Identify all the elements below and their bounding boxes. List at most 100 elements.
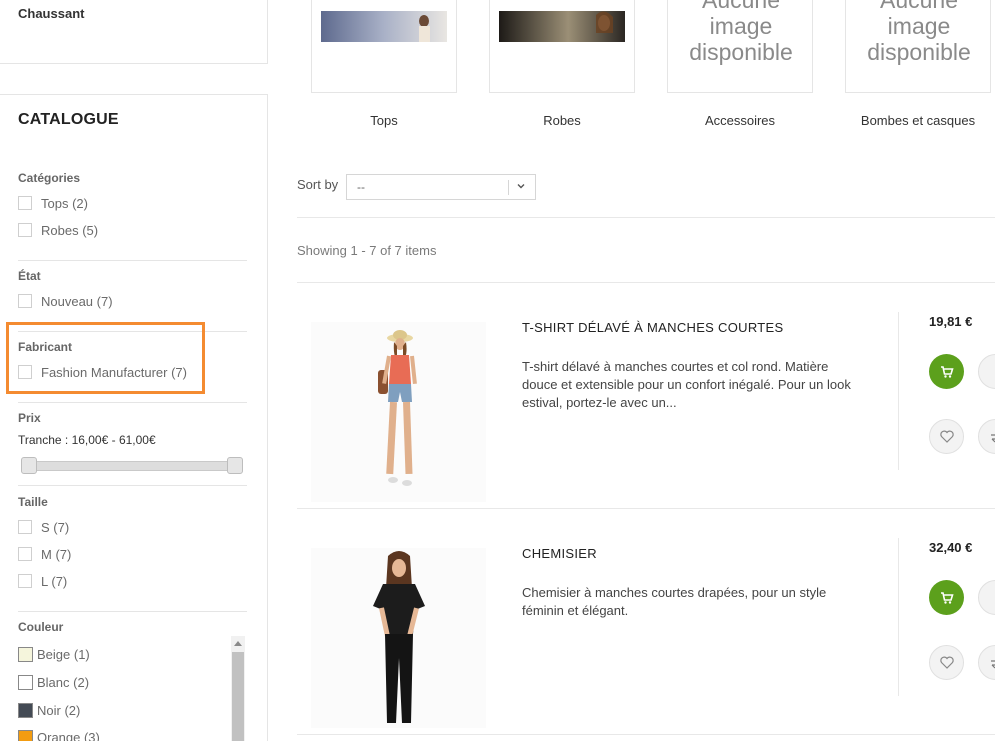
filter-option-label: L (7) <box>41 573 68 589</box>
cart-icon <box>940 591 954 604</box>
facet-title-etat: État <box>18 269 41 283</box>
heart-icon <box>939 430 954 443</box>
filter-option-size-s[interactable]: S (7) <box>18 519 69 535</box>
filter-option-robes[interactable]: Robes (5) <box>18 222 98 238</box>
filter-option-tops[interactable]: Tops (2) <box>18 195 88 211</box>
select-separator <box>508 180 509 195</box>
cart-icon <box>940 365 954 378</box>
facet-couleur: Couleur Beige (1) Blanc (2) Noir (2) Ora… <box>18 620 247 741</box>
filter-option-label: M (7) <box>41 546 72 562</box>
filter-option-label: Beige (1) <box>37 646 90 662</box>
sort-select[interactable]: -- <box>346 174 536 200</box>
compare-button[interactable] <box>978 419 995 454</box>
price-range-label: Tranche : 16,00€ - 61,00€ <box>18 433 156 447</box>
filter-option-label: Robes (5) <box>41 222 99 238</box>
color-swatch-noir[interactable] <box>18 702 33 718</box>
facet-title-couleur: Couleur <box>18 620 64 634</box>
highlight-annotation <box>6 322 205 394</box>
filter-option-blanc[interactable]: Blanc (2) <box>18 674 89 690</box>
filter-option-label: Blanc (2) <box>37 674 90 690</box>
checkbox[interactable] <box>18 223 32 237</box>
color-swatch-blanc[interactable] <box>18 674 33 690</box>
checkbox[interactable] <box>18 547 32 561</box>
product-image-tshirt[interactable] <box>311 322 486 502</box>
no-image-placeholder: Aucune image disponible <box>689 0 793 65</box>
product-description-1: T-shirt délavé à manches courtes et col … <box>522 359 851 410</box>
filter-option-size-l[interactable]: L (7) <box>18 573 67 589</box>
quick-view-button[interactable] <box>978 580 995 615</box>
subcategory-label-tops[interactable]: Tops <box>311 113 457 128</box>
price-slider-min-handle[interactable] <box>21 457 37 474</box>
facet-taille: Taille S (7) M (7) L (7) <box>18 495 247 589</box>
filter-option-beige[interactable]: Beige (1) <box>18 646 90 662</box>
divider <box>297 282 995 283</box>
chevron-down-icon[interactable] <box>516 181 526 191</box>
filter-option-noir[interactable]: Noir (2) <box>18 702 80 718</box>
filter-option-label: Nouveau (7) <box>41 293 113 309</box>
heart-icon <box>939 656 954 669</box>
color-list-scrollbar[interactable] <box>231 636 245 741</box>
add-to-cart-button[interactable] <box>929 354 964 389</box>
subcategory-label-robes[interactable]: Robes <box>489 113 635 128</box>
filter-option-size-m[interactable]: M (7) <box>18 546 71 562</box>
divider <box>18 485 247 486</box>
subcategory-image-robes <box>499 11 625 42</box>
scrollbar-thumb[interactable] <box>232 652 244 741</box>
no-image-placeholder: Aucune image disponible <box>867 0 971 65</box>
filter-option-nouveau[interactable]: Nouveau (7) <box>18 293 113 309</box>
product-name-1[interactable]: T-SHIRT DÉLAVÉ À MANCHES COURTES <box>522 320 783 335</box>
divider <box>18 611 247 612</box>
filter-option-label: S (7) <box>41 519 70 535</box>
filter-option-orange[interactable]: Orange (3) <box>18 729 100 741</box>
scroll-up-arrow-icon[interactable] <box>234 641 242 646</box>
subcategory-tile-tops[interactable] <box>311 0 457 93</box>
catalogue-title: CATALOGUE <box>18 111 119 128</box>
divider <box>898 312 899 470</box>
checkbox[interactable] <box>18 520 32 534</box>
filter-option-label: Tops (2) <box>41 195 88 211</box>
divider <box>18 402 247 403</box>
facet-title-prix: Prix <box>18 411 41 425</box>
showing-items-count: Showing 1 - 7 of 7 items <box>297 243 437 258</box>
subcategory-label-accessoires[interactable]: Accessoires <box>667 113 813 128</box>
product-price-2: 32,40 € <box>929 540 973 555</box>
color-swatch-beige[interactable] <box>18 646 33 662</box>
product-image-chemisier[interactable] <box>311 548 486 728</box>
subcategory-image-tops <box>321 11 447 42</box>
checkbox[interactable] <box>18 196 32 210</box>
divider <box>898 538 899 696</box>
subcategory-tile-robes[interactable] <box>489 0 635 93</box>
filter-option-label: Noir (2) <box>37 702 81 718</box>
facet-title-categories: Catégories <box>18 171 81 185</box>
filter-option-label: Orange (3) <box>37 729 100 741</box>
sidebar-top-block: Chaussant <box>0 0 268 64</box>
facet-categories: Catégories Tops (2) Robes (5) <box>18 171 247 238</box>
sidebar-link-chaussant[interactable]: Chaussant <box>18 6 84 21</box>
sort-select-value: -- <box>357 180 365 194</box>
compare-icon <box>990 659 995 668</box>
divider <box>18 260 247 261</box>
divider <box>297 508 995 509</box>
facet-title-taille: Taille <box>18 495 48 509</box>
product-description-2: Chemisier à manches courtes drapées, pou… <box>522 585 827 618</box>
checkbox[interactable] <box>18 574 32 588</box>
divider <box>297 217 995 218</box>
subcategory-tile-accessoires[interactable]: Aucune image disponible <box>667 0 813 93</box>
product-price-1: 19,81 € <box>929 314 973 329</box>
facet-prix: Prix Tranche : 16,00€ - 61,00€ <box>18 411 247 447</box>
price-slider-track[interactable] <box>22 461 242 471</box>
divider <box>297 734 995 735</box>
add-to-cart-button[interactable] <box>929 580 964 615</box>
checkbox[interactable] <box>18 294 32 308</box>
subcategory-label-bombes-et-casques[interactable]: Bombes et casques <box>845 113 991 128</box>
color-swatch-orange[interactable] <box>18 729 33 741</box>
wishlist-button[interactable] <box>929 419 964 454</box>
subcategory-tile-bombes-et-casques[interactable]: Aucune image disponible <box>845 0 991 93</box>
price-slider-max-handle[interactable] <box>227 457 243 474</box>
quick-view-button[interactable] <box>978 354 995 389</box>
wishlist-button[interactable] <box>929 645 964 680</box>
compare-button[interactable] <box>978 645 995 680</box>
product-name-2[interactable]: CHEMISIER <box>522 546 597 561</box>
sort-by-label: Sort by <box>297 177 339 192</box>
facet-etat: État Nouveau (7) <box>18 269 247 309</box>
